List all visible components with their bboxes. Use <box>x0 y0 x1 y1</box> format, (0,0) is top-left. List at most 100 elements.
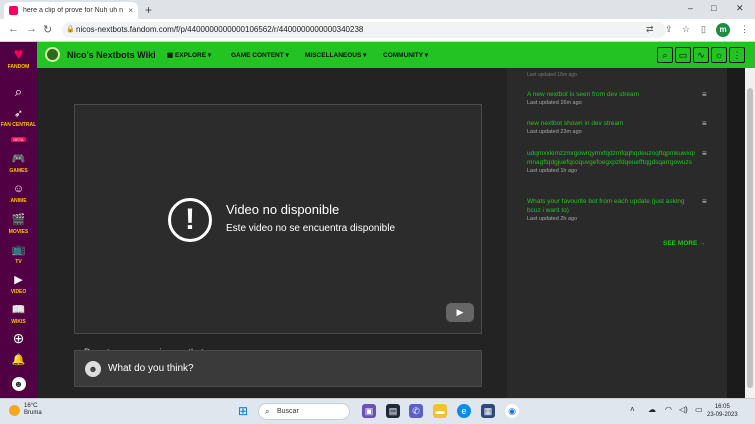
new-tab-button[interactable]: + <box>145 3 152 17</box>
see-more-link[interactable]: SEE MORE → <box>663 240 706 247</box>
scrollbar-thumb[interactable] <box>747 88 753 388</box>
bookmark-star-icon[interactable]: ☆ <box>682 24 690 35</box>
post-menu-icon[interactable]: ≡ <box>702 90 707 99</box>
fandom-fan-central[interactable]: ➶ FAN CENTRAL BETA <box>0 108 37 146</box>
menu-community[interactable]: COMMUNITY ▾ <box>383 51 428 59</box>
post-updated: Last updated 16m ago <box>527 100 582 106</box>
post-link[interactable]: new nextbot shown in dev stream <box>527 119 697 128</box>
sidebar-icon[interactable]: ▯ <box>701 24 706 35</box>
youtube-play-icon[interactable]: ▶ <box>446 303 474 322</box>
windows-start-icon[interactable]: ⊞ <box>236 404 250 418</box>
list-item[interactable]: udqmxxkimzzmrgowrqymxfqdzmfqqhqdeuzoqftq… <box>527 149 697 176</box>
back-arrow-icon[interactable]: ← <box>8 23 19 35</box>
minimize-button[interactable]: – <box>688 3 693 13</box>
comment-box[interactable]: ☻ What do you think? <box>74 350 482 387</box>
page-scrollbar[interactable] <box>745 68 755 398</box>
store-icon[interactable]: ▦ <box>481 404 495 418</box>
windows-taskbar: 16°C Bruma ⊞ ⌕ Buscar ▣ ▤ ✆ ▬ e ▦ ◉ ˄ ☁ ◠… <box>0 398 755 424</box>
video-error-title: Video no disponible <box>226 202 340 217</box>
fandom-logo[interactable]: ♥ FANDOM <box>0 46 37 70</box>
fandom-movies[interactable]: 🎬 MOVIES <box>0 214 37 235</box>
activity-icon[interactable]: ∿ <box>693 47 709 63</box>
post-updated: Last updated 2h ago <box>527 216 578 222</box>
teams-icon[interactable]: ✆ <box>409 404 423 418</box>
wifi-icon[interactable]: ◠ <box>665 405 672 414</box>
taskbar-search[interactable]: ⌕ Buscar <box>258 403 350 420</box>
list-item[interactable]: Whats your favourite bot from each updat… <box>527 197 697 224</box>
wiki-search-icon[interactable]: ⌕ <box>657 47 673 63</box>
menu-kebab-icon[interactable]: ⋮ <box>740 24 749 35</box>
post-menu-icon[interactable]: ≡ <box>702 119 707 128</box>
menu-game-content[interactable]: GAME CONTENT ▾ <box>231 51 289 59</box>
fandom-favicon-icon <box>9 6 18 15</box>
fandom-logo-icon: ♥ <box>13 46 24 63</box>
share-icon[interactable]: ⇪ <box>665 24 673 35</box>
post-link[interactable]: A new nextbot is seen from dev stream <box>527 90 697 99</box>
weather-widget[interactable]: 16°C Bruma <box>9 403 42 417</box>
lock-icon: 🔒 <box>66 26 75 33</box>
right-rail: Last updated 18m ago A new nextbot is se… <box>507 68 727 398</box>
url-text: nicos-nextbots.fandom.com/f/p/4400000000… <box>76 25 364 34</box>
gamepad-icon: 🎮 <box>11 153 26 165</box>
tab-close-icon[interactable]: × <box>128 6 133 15</box>
play-icon: ▶ <box>14 274 23 286</box>
search-icon: ⌕ <box>14 84 23 99</box>
fandom-wikis[interactable]: 📖 WIKIS <box>0 304 37 325</box>
menu-explore[interactable]: ▦ EXPLORE ▾ <box>167 51 211 59</box>
widgets-icon[interactable]: ▤ <box>386 404 400 418</box>
theme-sun-icon[interactable]: ☼ <box>711 47 727 63</box>
wiki-logo-icon[interactable] <box>45 47 60 62</box>
edge-icon[interactable]: e <box>457 404 471 418</box>
menu-miscellaneous[interactable]: MISCELLANEOUS ▾ <box>305 51 366 59</box>
system-clock[interactable]: 16:05 23-09-2023 <box>707 403 738 419</box>
address-toolbar: ← → ↻ 🔒 nicos-nextbots.fandom.com/f/p/44… <box>0 19 755 42</box>
translate-icon[interactable]: ⇄ <box>646 24 654 35</box>
chevron-down-icon: ▾ <box>207 52 212 59</box>
weather-condition: Bruma <box>24 410 42 416</box>
tab-title: here a clip of prove for Nuh uh n <box>23 7 124 14</box>
chrome-icon[interactable]: ◉ <box>505 404 519 418</box>
post-link[interactable]: udqmxxkimzzmrgowrqymxfqdzmfqqhqdeuzoqftq… <box>527 149 697 167</box>
fandom-games[interactable]: 🎮 GAMES <box>0 153 37 174</box>
post-link[interactable]: Whats your favourite bot from each updat… <box>527 197 697 215</box>
list-item[interactable]: A new nextbot is seen from dev stream La… <box>527 90 697 108</box>
chevron-down-icon: ▾ <box>424 52 429 59</box>
reload-icon[interactable]: ↻ <box>43 23 52 36</box>
clock-date: 23-09-2023 <box>707 412 738 418</box>
wiki-navigation: Nico's Nextbots Wiki ▦ EXPLORE ▾ GAME CO… <box>37 42 755 68</box>
post-menu-icon[interactable]: ≡ <box>702 197 707 206</box>
commenter-avatar-icon: ☻ <box>85 361 101 377</box>
profile-avatar[interactable]: m <box>716 23 730 37</box>
more-icon[interactable]: ⋮ <box>729 47 745 63</box>
fandom-create[interactable]: ⊕ <box>0 330 37 346</box>
fandom-user[interactable]: ☻ <box>0 374 37 392</box>
window-close-button[interactable]: ✕ <box>736 3 744 14</box>
wiki-name[interactable]: Nico's Nextbots Wiki <box>67 50 156 60</box>
browser-tab[interactable]: here a clip of prove for Nuh uh n × <box>4 2 138 19</box>
task-view-icon[interactable]: ▣ <box>362 404 376 418</box>
fandom-anime[interactable]: ☺ ANIME <box>0 183 37 204</box>
fandom-notifications[interactable]: 🔔 <box>0 354 37 366</box>
tray-chevron-icon[interactable]: ˄ <box>630 405 635 414</box>
book-icon: 📖 <box>11 304 26 316</box>
url-input[interactable]: 🔒 nicos-nextbots.fandom.com/f/p/44000000… <box>62 22 666 38</box>
video-player[interactable]: ! Video no disponible Este video no se e… <box>74 104 482 334</box>
volume-icon[interactable]: ◁) <box>679 405 688 414</box>
list-item[interactable]: new nextbot shown in dev stream Last upd… <box>527 119 697 137</box>
forward-arrow-icon[interactable]: → <box>26 23 37 35</box>
fandom-search[interactable]: ⌕ <box>0 84 37 99</box>
temperature: 16°C <box>24 403 38 409</box>
fandom-video[interactable]: ▶ VIDEO <box>0 274 37 295</box>
cloud-icon[interactable]: ☁ <box>648 405 656 414</box>
wiki-book-icon[interactable]: ▭ <box>675 47 691 63</box>
chevron-down-icon: ▾ <box>285 52 289 59</box>
fandom-tv[interactable]: 📺 TV <box>0 244 37 265</box>
main-content: ! Video no disponible Este video no se e… <box>37 68 507 398</box>
anime-icon: ☺ <box>12 183 25 195</box>
maximize-button[interactable]: □ <box>711 3 716 13</box>
user-avatar-icon: ☻ <box>11 377 26 391</box>
post-menu-icon[interactable]: ≡ <box>702 149 707 158</box>
battery-icon[interactable]: ▭ <box>695 405 703 414</box>
post-updated: Last updated 23m ago <box>527 129 582 135</box>
file-explorer-icon[interactable]: ▬ <box>433 404 447 418</box>
